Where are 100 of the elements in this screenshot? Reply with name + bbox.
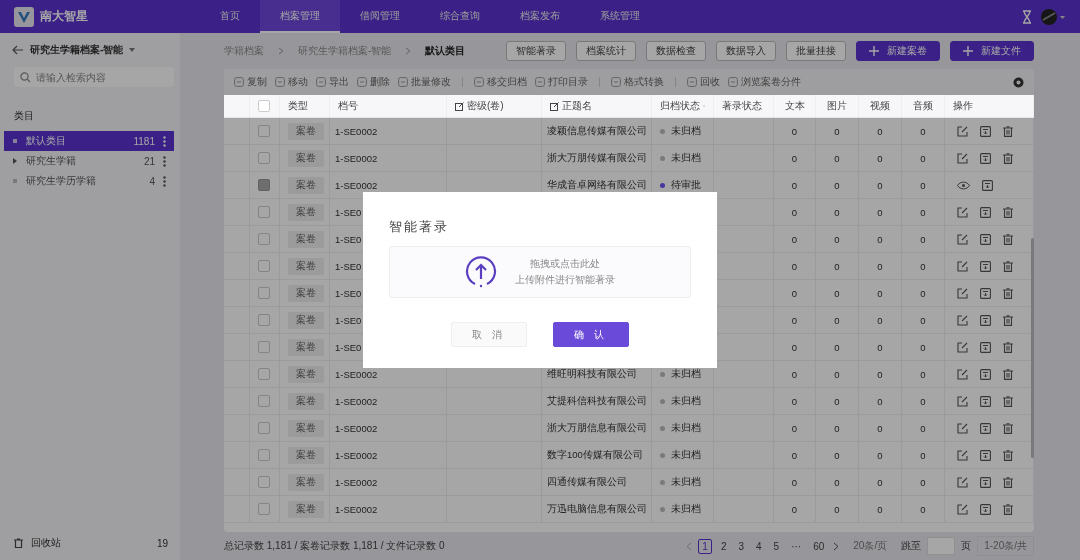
archive-icon[interactable] bbox=[982, 179, 993, 191]
upload-area[interactable]: 拖拽或点击此处 上传附件进行智能著录 bbox=[389, 246, 691, 298]
row-checkbox[interactable] bbox=[258, 206, 270, 218]
action-button[interactable]: 批量挂接 bbox=[786, 41, 846, 61]
archive-icon[interactable] bbox=[980, 233, 991, 245]
nav-tab[interactable]: 首页 bbox=[200, 0, 260, 33]
archive-icon[interactable] bbox=[980, 314, 991, 326]
cancel-button[interactable]: 取 消 bbox=[451, 322, 527, 347]
row-checkbox[interactable] bbox=[258, 341, 270, 353]
toolbar-button[interactable]: 导出 bbox=[316, 75, 349, 89]
trash-icon[interactable] bbox=[1003, 152, 1013, 164]
toolbar-button[interactable]: 移动 bbox=[275, 75, 308, 89]
create-button[interactable]: 新建文件 bbox=[950, 41, 1034, 61]
action-button[interactable]: 数据检查 bbox=[646, 41, 706, 61]
archive-icon[interactable] bbox=[980, 125, 991, 137]
trash-icon[interactable] bbox=[1003, 341, 1013, 353]
toolbar-button[interactable]: 浏览案卷分件 bbox=[728, 75, 801, 89]
more-icon[interactable] bbox=[163, 135, 166, 147]
archive-icon[interactable] bbox=[980, 503, 991, 515]
trash-icon[interactable] bbox=[1003, 260, 1013, 272]
action-button[interactable]: 数据导入 bbox=[716, 41, 776, 61]
category-item[interactable]: 研究生学历学籍 4 bbox=[4, 171, 174, 191]
page-button[interactable]: 60 bbox=[810, 539, 828, 553]
trash-icon[interactable] bbox=[1003, 422, 1013, 434]
trash-icon[interactable] bbox=[1003, 503, 1013, 515]
archive-icon[interactable] bbox=[980, 206, 991, 218]
edit-icon[interactable] bbox=[957, 314, 968, 326]
expand-caret-icon[interactable] bbox=[12, 158, 18, 164]
eye-icon[interactable] bbox=[957, 180, 970, 190]
row-checkbox[interactable] bbox=[258, 179, 270, 191]
confirm-button[interactable]: 确 认 bbox=[553, 322, 629, 347]
trash-icon[interactable] bbox=[1003, 287, 1013, 299]
edit-icon[interactable] bbox=[550, 101, 559, 111]
page-button[interactable]: 2 bbox=[717, 539, 730, 553]
page-button[interactable]: 4 bbox=[753, 539, 765, 553]
trash-icon[interactable] bbox=[1003, 206, 1013, 218]
nav-tab[interactable]: 档案管理 bbox=[260, 0, 340, 33]
archive-icon[interactable] bbox=[980, 476, 991, 488]
page-button[interactable]: ··· bbox=[788, 539, 805, 553]
nav-tab[interactable]: 综合查询 bbox=[420, 0, 500, 33]
archive-icon[interactable] bbox=[980, 368, 991, 380]
row-checkbox[interactable] bbox=[258, 449, 270, 461]
edit-icon[interactable] bbox=[957, 395, 968, 407]
create-button[interactable]: 新建案卷 bbox=[856, 41, 940, 61]
row-checkbox[interactable] bbox=[258, 260, 270, 272]
archive-icon[interactable] bbox=[980, 287, 991, 299]
archive-icon[interactable] bbox=[980, 341, 991, 353]
action-button[interactable]: 智能著录 bbox=[506, 41, 566, 61]
edit-icon[interactable] bbox=[957, 260, 968, 272]
trash-icon[interactable] bbox=[1003, 314, 1013, 326]
trash-icon[interactable] bbox=[1003, 368, 1013, 380]
trash-icon[interactable] bbox=[1003, 233, 1013, 245]
more-icon[interactable] bbox=[163, 155, 166, 167]
toolbar-button[interactable]: 回收 bbox=[687, 75, 720, 89]
edit-icon[interactable] bbox=[957, 152, 968, 164]
archive-icon[interactable] bbox=[980, 449, 991, 461]
row-checkbox[interactable] bbox=[258, 314, 270, 326]
trash-icon[interactable] bbox=[1003, 125, 1013, 137]
select-all-checkbox[interactable] bbox=[258, 100, 270, 112]
edit-icon[interactable] bbox=[957, 233, 968, 245]
page-button[interactable]: 1 bbox=[698, 538, 712, 554]
edit-icon[interactable] bbox=[957, 125, 968, 137]
recycle-bin-label[interactable]: 回收站 bbox=[31, 536, 149, 550]
category-item[interactable]: 研究生学籍 21 bbox=[4, 151, 174, 171]
page-button[interactable]: 3 bbox=[735, 539, 748, 553]
toolbar-button[interactable]: 移交归档 bbox=[474, 75, 527, 89]
row-checkbox[interactable] bbox=[258, 395, 270, 407]
toolbar-button[interactable]: 复制 bbox=[234, 75, 267, 89]
archive-icon[interactable] bbox=[980, 260, 991, 272]
edit-icon[interactable] bbox=[957, 287, 968, 299]
edit-icon[interactable] bbox=[455, 101, 464, 111]
edit-icon[interactable] bbox=[957, 206, 968, 218]
trash-icon[interactable] bbox=[1003, 395, 1013, 407]
search-field[interactable]: 请输入检索内容 bbox=[14, 67, 174, 87]
toolbar-button[interactable]: 批量修改 bbox=[398, 75, 451, 89]
row-checkbox[interactable] bbox=[258, 125, 270, 137]
row-checkbox[interactable] bbox=[258, 152, 270, 164]
trash-icon[interactable] bbox=[14, 538, 23, 548]
edit-icon[interactable] bbox=[957, 422, 968, 434]
nav-tab[interactable]: 借阅管理 bbox=[340, 0, 420, 33]
toolbar-button[interactable]: 打印目录 bbox=[535, 75, 588, 89]
nav-tab[interactable]: 系统管理 bbox=[580, 0, 660, 33]
trash-icon[interactable] bbox=[1003, 476, 1013, 488]
category-item[interactable]: 默认类目 1181 bbox=[4, 131, 174, 151]
edit-icon[interactable] bbox=[957, 476, 968, 488]
toolbar-button[interactable]: 删除 bbox=[357, 75, 390, 89]
row-checkbox[interactable] bbox=[258, 287, 270, 299]
back-arrow-icon[interactable] bbox=[12, 45, 24, 55]
next-page-icon[interactable] bbox=[833, 541, 840, 551]
scrollbar[interactable] bbox=[1031, 238, 1034, 458]
page-button[interactable]: 5 bbox=[770, 539, 783, 553]
row-checkbox[interactable] bbox=[258, 233, 270, 245]
settings-icon[interactable] bbox=[1013, 76, 1024, 88]
archive-icon[interactable] bbox=[980, 422, 991, 434]
archive-icon[interactable] bbox=[980, 395, 991, 407]
row-checkbox[interactable] bbox=[258, 476, 270, 488]
trash-icon[interactable] bbox=[1003, 449, 1013, 461]
edit-icon[interactable] bbox=[957, 503, 968, 515]
caret-icon[interactable] bbox=[129, 48, 136, 52]
more-icon[interactable] bbox=[163, 175, 166, 187]
